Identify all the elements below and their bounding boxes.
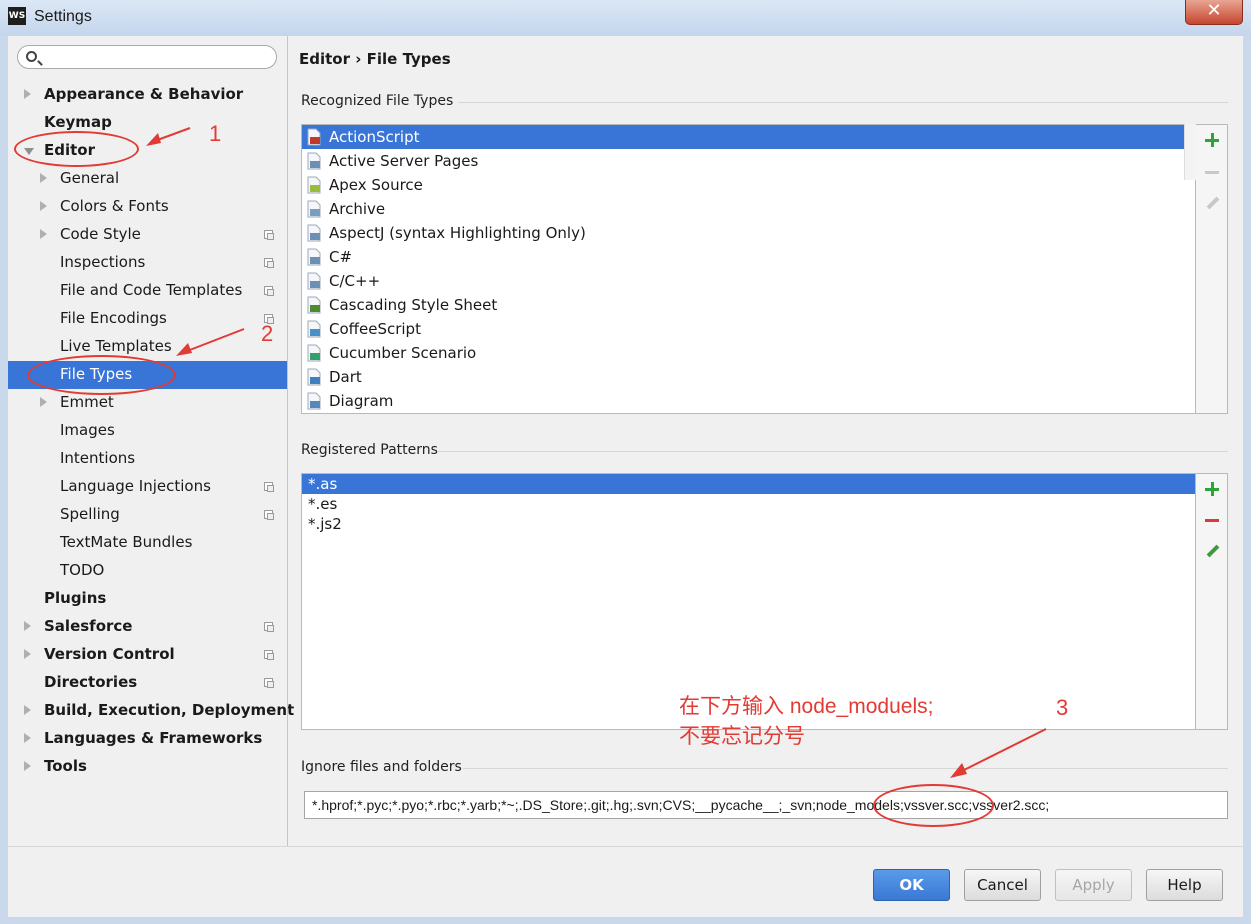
annotation-circle-file-types [27,355,176,395]
annotation-note-line1: 在下方输入 node_moduels; [679,695,934,718]
annotation-arrow-2 [181,328,245,354]
annotation-circle-editor [14,131,139,167]
annotation-arrowhead-1 [146,133,161,146]
annotation-number-2: 2 [261,321,274,346]
annotation-overlay [146,127,1047,778]
annotation-arrowhead-3 [950,763,967,778]
annotation-note-line2: 不要忘记分号 [679,725,805,748]
annotation-number-3: 3 [1056,695,1069,720]
annotation-arrow-3 [957,728,1047,774]
annotation-circle-node-models [873,784,994,827]
annotation-arrowhead-2 [176,343,192,356]
annotation-number-1: 1 [209,121,222,146]
